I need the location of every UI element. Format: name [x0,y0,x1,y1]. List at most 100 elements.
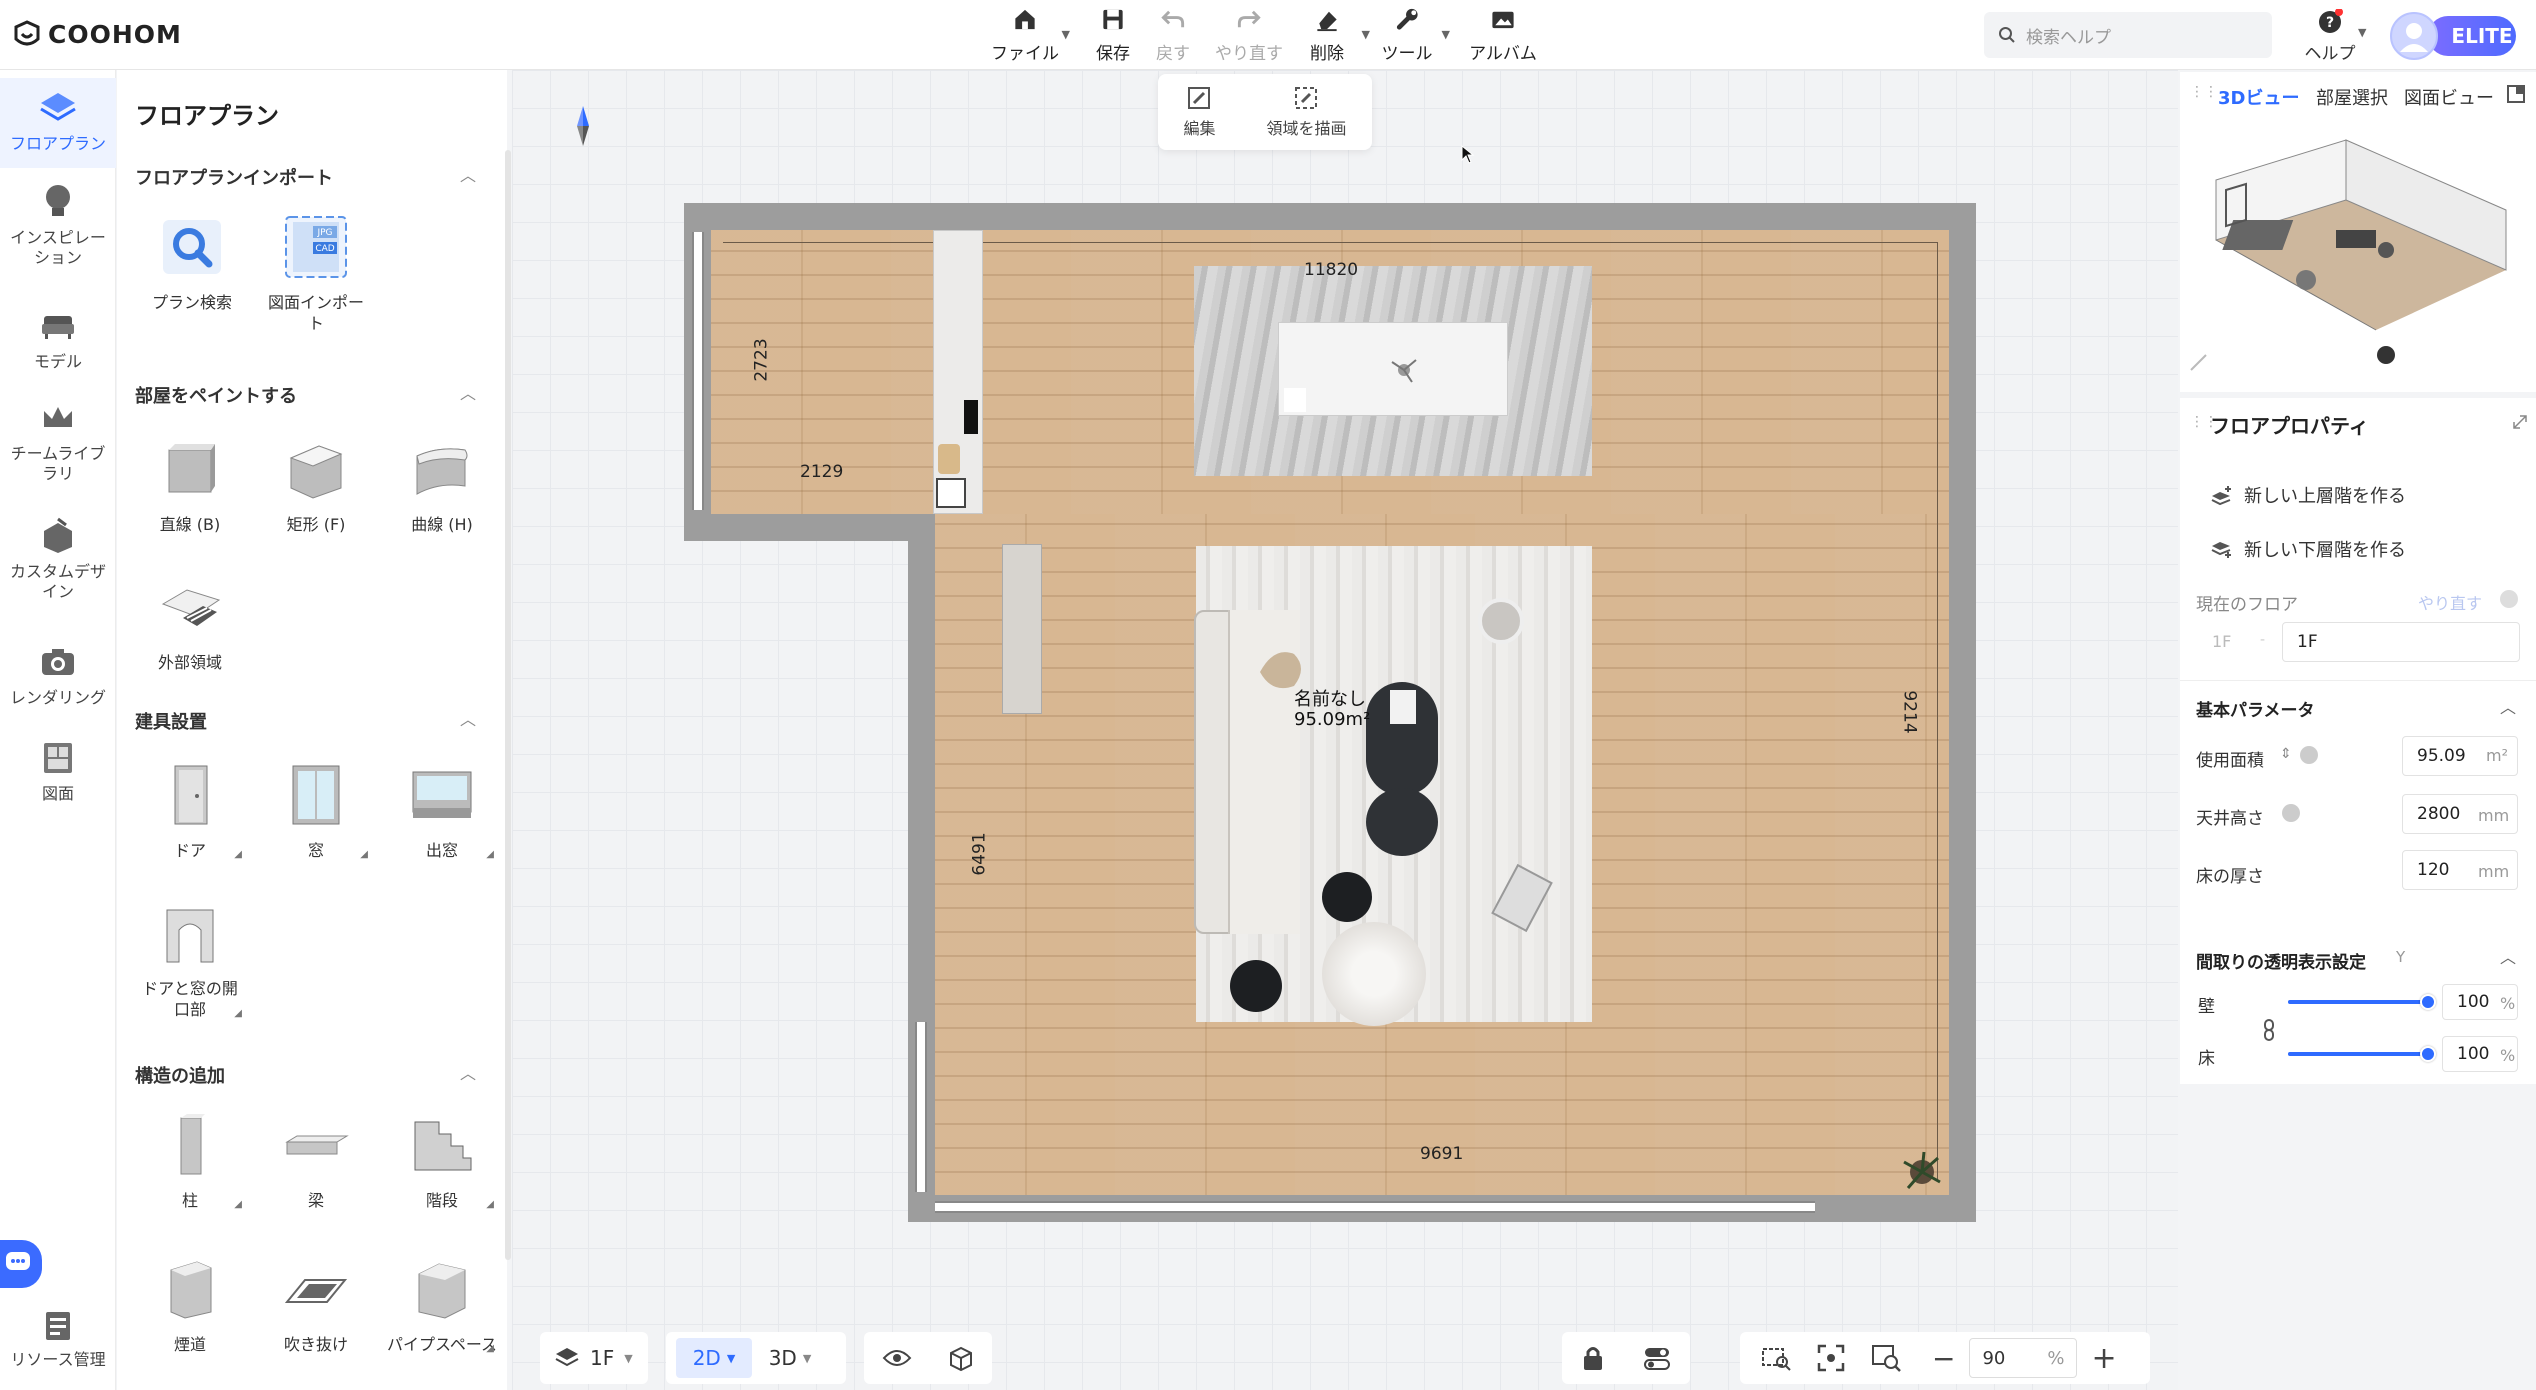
lock-icon[interactable] [1581,1344,1605,1372]
cube-view-icon[interactable] [947,1344,975,1372]
atrium-tool[interactable]: 吹き抜け [256,1256,376,1355]
compass-icon[interactable] [574,104,592,148]
mode-3d-button[interactable]: 3D ▼ [752,1338,828,1378]
zoom-in-button[interactable]: + [2091,1341,2116,1376]
new-upper-floor-button[interactable]: 新しい上層階を作る [2210,482,2406,508]
zoom-out-button[interactable]: − [1932,1342,1955,1375]
window-left-lower[interactable] [915,1022,927,1192]
wall-top[interactable] [684,203,1976,230]
wall-right[interactable] [1949,203,1976,1222]
nav-item-drawing[interactable]: 図面 [0,738,116,804]
nav-item-resource-management[interactable]: リソース管理 [0,1308,116,1370]
layers-icon [555,1348,579,1367]
help-button[interactable]: ? ヘルプ [2300,6,2360,64]
drawing-import-button[interactable]: JPG CAD 図面インポート [256,214,376,334]
potted-plant-icon [1903,1151,1941,1189]
chevron-up-icon[interactable]: ︿ [460,380,476,404]
floor-lamp[interactable] [1478,598,1524,644]
column-tool[interactable]: 柱 ◢ [130,1112,250,1211]
tab-room-select[interactable]: 部屋選択 [2316,84,2388,110]
search-help-input[interactable]: 検索ヘルプ [1984,12,2272,58]
pouf[interactable] [1322,922,1426,1026]
beam-tool[interactable]: 梁 [256,1112,376,1211]
coffee-table-small[interactable] [1366,788,1438,856]
chat-button[interactable] [0,1240,42,1288]
side-table[interactable] [1322,872,1372,922]
elite-badge[interactable]: ELITE [2428,16,2516,56]
outer-area-tool[interactable]: 外部領域 [130,574,250,673]
file-menu-button[interactable]: ファイル ▼ [986,6,1070,64]
appliance[interactable] [936,478,966,508]
bay-window-tool[interactable]: 出窓 ◢ [382,762,502,861]
stairs-tool[interactable]: 階段 ◢ [382,1112,502,1211]
draw-area-button[interactable]: 領域を描画 [1266,85,1347,139]
chevron-up-icon[interactable]: ︿ [2500,944,2516,968]
album-button[interactable]: アルバム [1464,6,1542,64]
drag-handle-icon[interactable]: ⋮⋮ [2190,84,2218,100]
delete-button[interactable]: 削除 ▼ [1288,6,1370,64]
redo-button[interactable]: やり直す [1210,6,1288,64]
nav-item-custom-design[interactable]: カスタムデザイン [0,516,116,602]
tab-3d-view[interactable]: 3Dビュー [2218,84,2299,110]
chevron-up-icon[interactable]: ︿ [2500,694,2516,718]
door-tool[interactable]: ドア ◢ [130,762,250,861]
straight-line-tool[interactable]: 直線 (B) [130,436,250,535]
nav-item-model[interactable]: モデル [0,306,116,372]
popout-icon[interactable] [2506,84,2526,104]
sink[interactable] [964,400,978,434]
logo-text: COOHOM [48,19,182,49]
flue-tool[interactable]: 煙道 [130,1256,250,1355]
link-icon[interactable] [2262,1018,2276,1042]
wall-slider-knob[interactable] [2420,994,2436,1010]
room-label[interactable]: 名前なし 95.09m² [1294,690,1370,730]
focus-icon[interactable] [1816,1343,1846,1373]
window-left-upper[interactable] [692,232,704,510]
dining-chair[interactable] [1284,388,1306,412]
curve-tool[interactable]: 曲線 (H) [382,436,502,535]
pipe-space-tool[interactable]: パイプスペース ◢ [382,1256,502,1355]
eye-icon[interactable] [882,1347,912,1369]
window-bottom[interactable] [935,1201,1815,1213]
chevron-up-icon[interactable]: ︿ [460,162,476,186]
area-unit: m² [2486,746,2508,765]
panel-scrollbar[interactable] [505,150,511,1260]
new-lower-floor-button[interactable]: 新しい下層階を作る [2210,536,2406,562]
window-tool[interactable]: 窓 ◢ [256,762,376,861]
zoom-area-icon[interactable] [1870,1343,1902,1373]
sideboard[interactable] [1002,544,1042,714]
rectangle-tool[interactable]: 矩形 (F) [256,436,376,535]
undo-button[interactable]: 戻す [1134,6,1212,64]
plan-search-button[interactable]: プラン検索 [132,214,252,313]
app-logo[interactable]: COOHOM [12,14,182,54]
edit-button[interactable]: 編集 [1183,85,1216,139]
tab-drawing-view[interactable]: 図面ビュー [2404,84,2494,110]
zoom-input[interactable]: 90 % [1969,1338,2078,1378]
chevron-up-icon[interactable]: ︿ [460,706,476,730]
floor-slider-knob[interactable] [2420,1046,2436,1062]
mode-2d-button[interactable]: 2D ▼ [676,1338,752,1378]
cutting-board[interactable] [938,444,960,474]
avatar[interactable] [2390,12,2438,60]
window-icon [292,765,340,825]
3d-preview[interactable] [2186,130,2530,380]
item-label: プラン検索 [151,293,232,312]
nav-item-inspiration[interactable]: インスピレーション [0,182,116,268]
zoom-unit: % [2047,1347,2065,1369]
chevron-up-icon[interactable]: ︿ [460,1060,476,1084]
expand-icon[interactable] [2512,414,2528,430]
nav-item-team-library[interactable]: チームライブラリ [0,398,116,484]
nav-item-rendering[interactable]: レンダリング [0,642,116,708]
item-label: ドアと窓の開口部 [142,979,238,1019]
fit-view-icon[interactable] [1760,1344,1792,1372]
sort-icon[interactable]: ⇕ [2280,746,2292,762]
floor-selector[interactable]: 1F ▼ [540,1332,648,1384]
opening-tool[interactable]: ドアと窓の開口部 ◢ [130,900,250,1020]
floor-name-input[interactable]: 1F [2282,622,2520,662]
tools-button[interactable]: ツール ▼ [1368,6,1450,64]
item-label: 階段 [425,1191,458,1210]
toggle-settings-icon[interactable] [1642,1345,1672,1371]
wall-step[interactable] [684,514,934,541]
current-floor-redo[interactable]: やり直す [2418,590,2482,614]
nav-item-floorplan[interactable]: フロアプラン [0,78,116,168]
side-table[interactable] [1230,960,1282,1012]
